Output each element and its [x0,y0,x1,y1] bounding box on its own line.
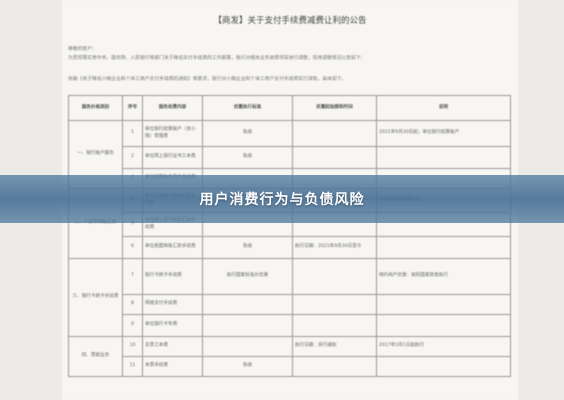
table-cell: 执行日期：2021年9月30日至今 [292,236,377,259]
table-cell: 支票工本费 [142,336,203,357]
fee-table: 服务价格类别 序号 服务收费内容 优惠执行标准 优惠起始期和时间 说明 一、银行… [68,95,511,377]
table-cell: 执行日期：另行通知 [292,336,377,357]
paragraph-policy: 依据《关于降低小微企业和个体工商户支付手续费的通知》等要求，我行对小微企业和个体… [68,77,347,82]
table-cell: 免收 [202,236,293,259]
table-cell [376,356,511,377]
table-row: 11 本票手续费 免收 [69,356,511,377]
table-cell: 银行卡刷卡手续费 [142,258,203,295]
document-title: 【商发】关于支付手续费减费让利的公告 [213,16,367,26]
table-row: 四、票据业务 10 支票工本费 执行日期：另行通知 2017年3月1日起执行 [68,336,511,377]
table-cell: 本票手续费 [142,356,203,377]
table-cell: 单位柜面转账汇款手续费 [142,236,203,259]
table-row: 一、银行账户服务 1 单位银行结算账户（含小微）管理费 免收 2021年9月30… [68,120,511,189]
table-row: 2 单位网上银行证书工本费 免收 [69,146,511,169]
table-cell: 2 [122,146,143,169]
table-cell [292,314,377,337]
table-cell: 10 [122,336,143,357]
table-cell [376,146,511,169]
table-cell: 8 [122,294,143,315]
table-cell [202,314,293,337]
table-header: 优惠执行标准 [202,95,293,121]
table-cell [376,294,511,315]
table-cell: 9 [122,314,143,337]
table-cell: 免收 [202,120,293,147]
table-cell: 2021年9月30日起；单位银行结算账户 [376,120,511,147]
table-cell [292,146,377,169]
table-cell: 网络支付手续费 [142,294,203,315]
table-header: 说明 [376,95,511,121]
table-cell [376,314,511,337]
table-cell: 单位网上银行证书工本费 [142,146,203,169]
table-cell: 1 [122,120,143,147]
table-cell: 免收 [202,146,293,169]
table-row: 9 单位银行卡年费 [69,314,511,337]
table-header: 服务收费内容 [142,95,203,121]
table-cell: 免收 [202,356,293,377]
table-cell [292,356,377,377]
table-cell: 特约商户优惠：按照国家政策执行 [376,258,511,295]
table-cell: 单位银行结算账户（含小微）管理费 [142,120,203,147]
table-cell: 7 [122,258,143,295]
table-cell [292,120,377,147]
table-cell [376,236,511,259]
table-header-row: 服务价格类别 序号 服务收费内容 优惠执行标准 优惠起始期和时间 说明 [68,95,511,121]
table-header: 序号 [122,95,143,121]
table-header: 优惠起始期和时间 [292,95,377,121]
paragraph-greeting: 尊敬的客户： [68,47,97,52]
table-header: 服务价格类别 [68,95,123,121]
table-row: 8 网络支付手续费 [69,294,511,315]
table-cell: 四、票据业务 [68,336,123,377]
table-cell: 6 [122,236,143,259]
table-cell: 单位银行卡年费 [142,314,203,337]
table-row: 6 单位柜面转账汇款手续费 免收 执行日期：2021年9月30日至今 [69,236,511,259]
table-cell [202,336,293,357]
title-banner: 用户消费行为与负债风险 [0,175,564,223]
table-cell [202,294,293,315]
table-cell: 2017年3月1日起执行 [376,336,511,357]
table-cell: 三、银行卡刷卡手续费 [68,258,123,337]
table-cell: 执行国家标准价优惠 [202,258,293,295]
table-cell [292,258,377,295]
banner-title: 用户消费行为与负债风险 [199,192,365,208]
table-cell: 11 [122,356,143,377]
table-row: 三、银行卡刷卡手续费 7 银行卡刷卡手续费 执行国家标准价优惠 特约商户优惠：按… [68,258,511,337]
table-cell [292,294,377,315]
paragraph-intro: 为贯彻落实党中央、国务院、人民银行等部门关于降低支付手续费的工作部署，我行对相关… [68,56,366,61]
